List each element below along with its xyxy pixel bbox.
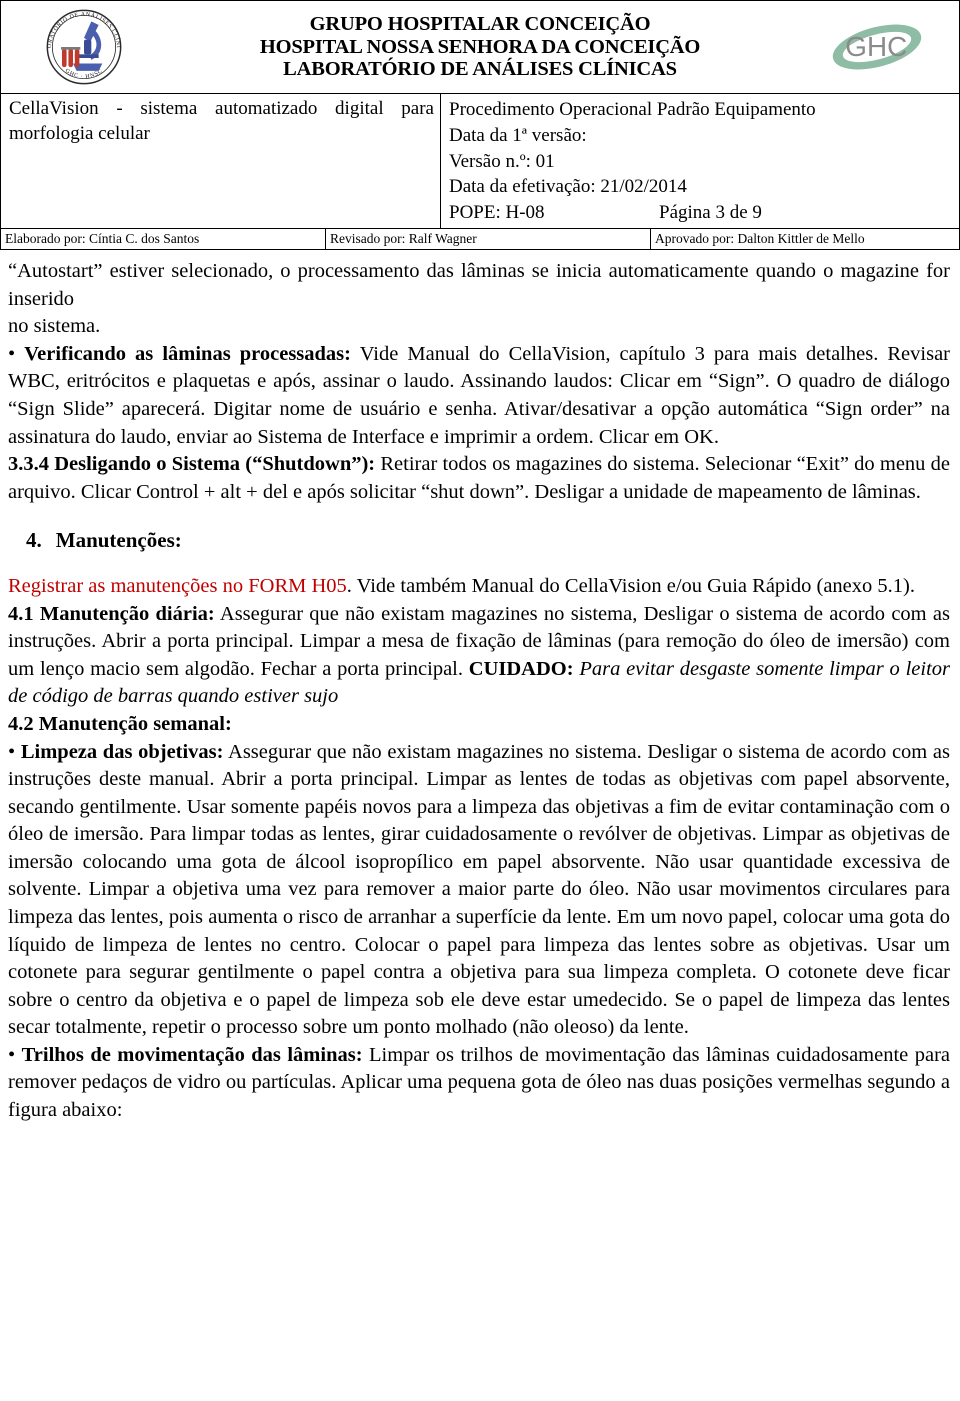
organization-titles: GRUPO HOSPITALAR CONCEIÇÃO HOSPITAL NOSS… [166,13,794,82]
ghc-logo-text: GHC [845,31,907,62]
page-number: Página 3 de 9 [659,202,762,224]
section-heading-manutencoes: 4. Manutenções: [8,506,950,573]
signature-row: Elaborado por: Cíntia C. dos Santos Revi… [0,228,960,251]
paragraph-registrar: Registrar as manutenções no FORM H05. Vi… [8,573,950,601]
pope-code: POPE: H-08 [449,202,545,224]
paragraph-shutdown: 3.3.4 Desligando o Sistema (“Shutdown”):… [8,451,950,506]
document-body: “Autostart” estiver selecionado, o proce… [0,250,960,1124]
bullet-marker: • [8,740,21,763]
section-title: Manutenções: [55,528,182,553]
ghc-logo-cell: GHC [794,1,959,93]
document-page: LABORATÓRIO DE ANÁLISES CLÍNICAS GHC · H… [0,0,960,1401]
manutencao-semanal-label: 4.2 Manutenção semanal: [8,713,232,736]
effective-date: Data da efetivação: 21/02/2014 [449,176,687,198]
laboratory-seal-logo: LABORATÓRIO DE ANÁLISES CLÍNICAS GHC · H… [38,3,121,85]
section-number: 4. [26,528,42,553]
elaborated-by-cell: Elaborado por: Cíntia C. dos Santos [1,229,326,250]
registrar-form-highlight: Registrar as manutenções no FORM H05 [8,575,347,598]
paragraph-no-sistema: no sistema. [8,315,101,338]
revised-by-cell: Revisado por: Ralf Wagner [326,229,651,250]
laboratory-seal-logo-cell: LABORATÓRIO DE ANÁLISES CLÍNICAS GHC · H… [1,1,166,93]
trilhos-label: Trilhos de movimentação das lâminas: [21,1043,363,1066]
limpeza-objetivas-label: Limpeza das objetivas: [20,740,224,763]
manutencao-diaria-label: 4.1 Manutenção diária: [8,602,215,625]
ghc-logo: GHC [832,24,921,70]
bullet-marker: • [8,1043,22,1066]
org-line-3: LABORATÓRIO DE ANÁLISES CLÍNICAS [283,58,677,81]
org-line-2: HOSPITAL NOSSA SENHORA DA CONCEIÇÃO [259,35,701,58]
document-header-banner: LABORATÓRIO DE ANÁLISES CLÍNICAS GHC · H… [0,0,960,93]
limpeza-objetivas-text: Assegurar que não existam magazines no s… [8,740,950,1039]
bullet-marker: • [8,342,25,365]
document-info-table: CellaVision - sistema automatizado digit… [0,93,960,229]
verificando-label: Verificando as lâminas processadas: [24,342,351,365]
pope-page-row: POPE: H-08 Página 3 de 9 [449,200,953,226]
paragraph-manutencao-diaria: 4.1 Manutenção diária: Assegurar que não… [8,601,950,711]
shutdown-label: 3.3.4 Desligando o Sistema (“Shutdown”): [8,453,376,476]
approved-by-cell: Aprovado por: Dalton Kittler de Mello [655,231,865,247]
procedure-title: Procedimento Operacional Padrão Equipame… [449,99,816,120]
org-line-1: GRUPO HOSPITALAR CONCEIÇÃO [309,12,651,35]
paragraph-verificando: • Verificando as lâminas processadas: Vi… [8,341,950,451]
cuidado-label: CUIDADO: [468,657,574,680]
version-number: Versão n.º: 01 [449,150,555,172]
equipment-title-cell: CellaVision - sistema automatizado digit… [1,94,441,229]
document-meta-cell: Procedimento Operacional Padrão Equipame… [441,94,959,228]
autostart-text: “Autostart” estiver selecionado, o proce… [8,260,950,310]
paragraph-trilhos: • Trilhos de movimentação das lâminas: L… [8,1042,950,1125]
equipment-title: CellaVision - sistema automatizado digit… [9,98,434,144]
test-tubes-icon [60,47,80,68]
registrar-rest-text: . Vide também Manual do CellaVision e/ou… [346,575,915,598]
paragraph-autostart: “Autostart” estiver selecionado, o proce… [8,258,950,313]
first-version-date: Data da 1ª versão: [449,124,587,146]
paragraph-limpeza-objetivas: • Limpeza das objetivas: Assegurar que n… [8,739,950,1042]
